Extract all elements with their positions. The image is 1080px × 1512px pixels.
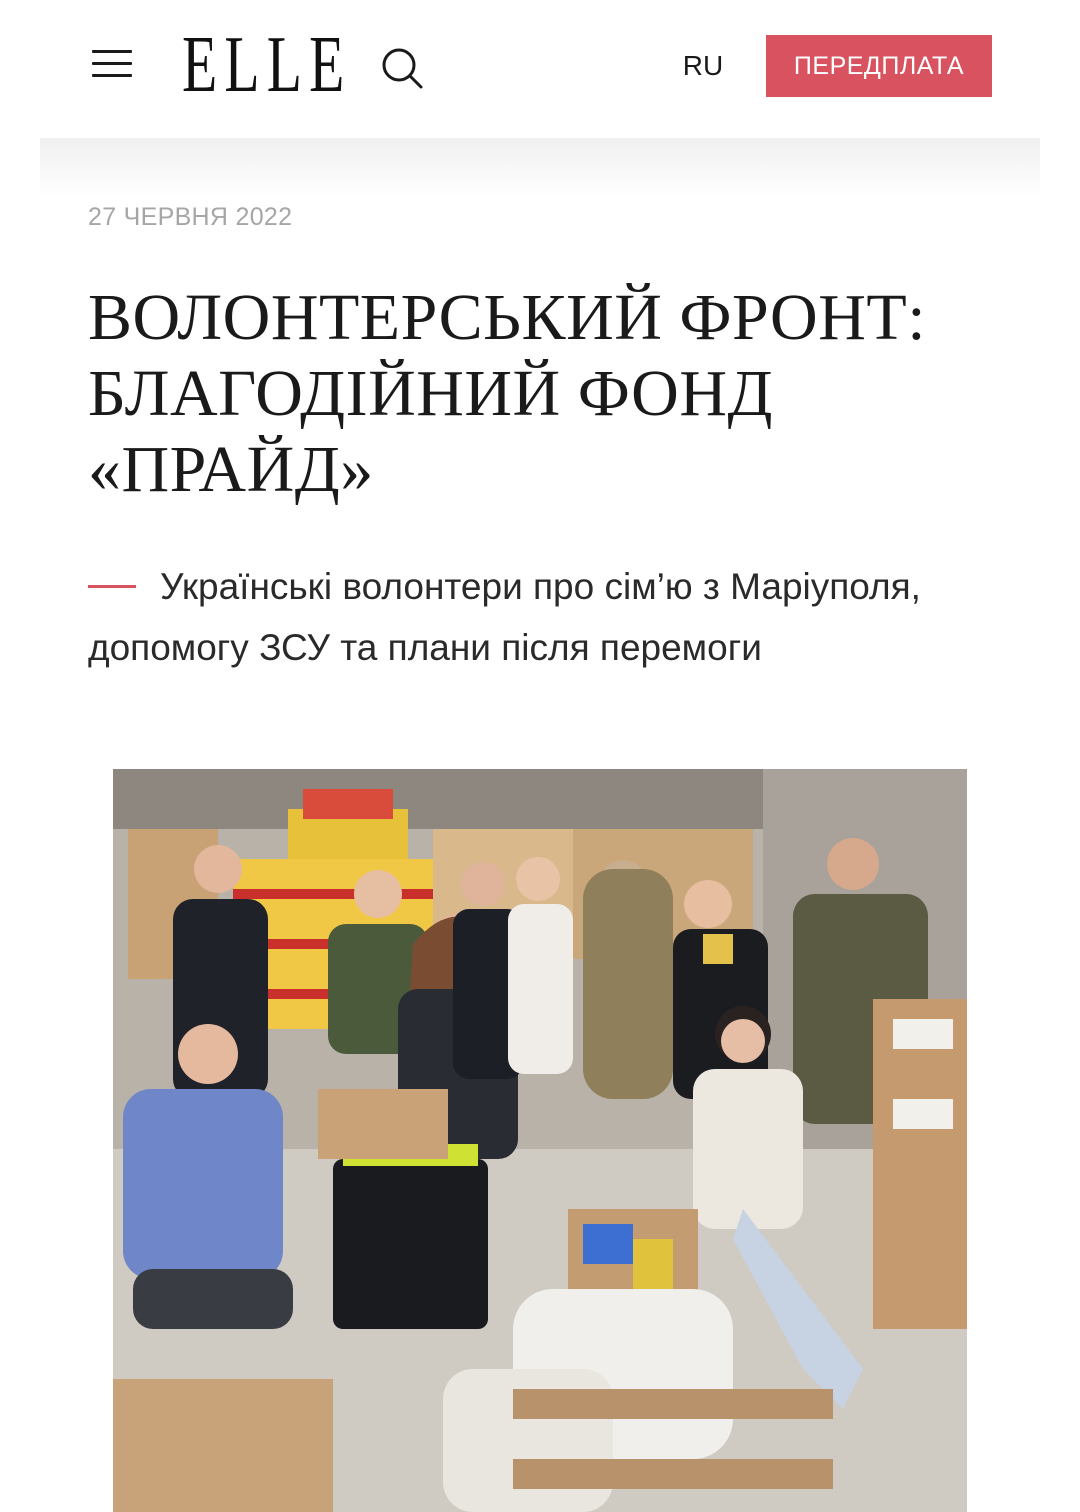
article-lead: Українські волонтери про сім’ю з Маріупо… <box>88 556 968 678</box>
hamburger-menu-icon[interactable] <box>92 46 132 80</box>
article-date: 27 ЧЕРВНЯ 2022 <box>88 203 293 231</box>
site-header: ELLE RU ПЕРЕДПЛАТА <box>40 0 1040 138</box>
article-title: ВОЛОНТЕРСЬКИЙ ФРОНТ: БЛАГОДІЙНИЙ ФОНД «П… <box>88 281 927 506</box>
lead-dash <box>88 584 136 588</box>
article-hero-photo <box>113 769 967 1512</box>
subscribe-button[interactable]: ПЕРЕДПЛАТА <box>766 35 992 97</box>
language-switch[interactable]: RU <box>680 48 726 84</box>
elle-logo[interactable]: ELLE <box>182 20 352 110</box>
lead-text: Українські волонтери про сім’ю з Маріупо… <box>88 566 921 668</box>
header-shadow <box>40 138 1040 198</box>
search-icon[interactable] <box>378 44 426 92</box>
volunteers-warehouse-image <box>113 769 967 1512</box>
